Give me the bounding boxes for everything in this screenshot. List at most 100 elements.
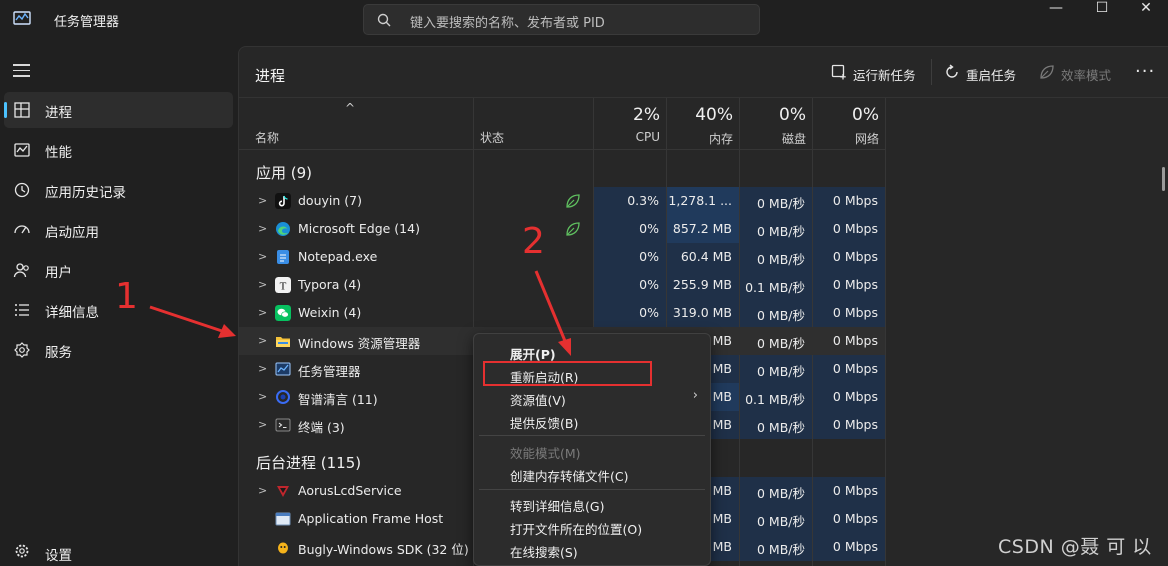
restart-task-button[interactable]: 重启任务 (944, 63, 1024, 85)
new-task-icon (831, 64, 846, 80)
column-header-status[interactable]: 状态 (480, 129, 504, 146)
sidebar-item-processes[interactable]: 进程 (4, 92, 233, 128)
menu-divider (479, 489, 705, 490)
group-apps[interactable]: 应用 (9) (256, 162, 312, 183)
svg-text:T: T (280, 281, 287, 293)
memory-cell: 255.9 MB (667, 271, 739, 299)
network-total: 0% (852, 105, 879, 125)
restart-icon (946, 64, 958, 78)
task-manager-icon (13, 11, 31, 25)
table-row[interactable]: > T Typora (4) 0% 255.9 MB 0.1 MB/秒 0 Mb… (239, 271, 885, 299)
menu-item-goto-details[interactable]: 转到详细信息(G) (510, 496, 604, 515)
close-button[interactable]: ✕ (1123, 0, 1168, 20)
chevron-right-icon[interactable]: > (258, 334, 267, 347)
process-name: douyin (7) (298, 193, 362, 208)
process-name: Typora (4) (298, 277, 362, 292)
chevron-right-icon[interactable]: > (258, 222, 267, 235)
sidebar-item-label: 性能 (45, 145, 72, 161)
disk-label: 磁盘 (781, 132, 806, 146)
typora-icon: T (275, 277, 291, 293)
menu-item-efficiency-mode[interactable]: 效能模式(M) (510, 443, 581, 462)
active-indicator (4, 102, 7, 118)
chevron-right-icon[interactable]: > (258, 390, 267, 403)
network-cell: 0 Mbps (813, 355, 885, 383)
table-row[interactable]: > Notepad.exe 0% 60.4 MB 0 MB/秒 0 Mbps (239, 243, 885, 271)
network-cell: 0 Mbps (813, 215, 885, 243)
sidebar-item-label: 服务 (45, 345, 72, 361)
sidebar-item-label: 用户 (45, 265, 72, 281)
column-header-cpu[interactable]: 2% CPU (594, 98, 666, 150)
memory-cell: 1,278.1 ... (667, 187, 739, 215)
table-row[interactable]: > Weixin (4) 0% 319.0 MB 0 MB/秒 0 Mbps (239, 299, 885, 327)
chevron-right-icon[interactable]: > (258, 194, 267, 207)
scrollbar-thumb[interactable] (1162, 167, 1165, 191)
disk-cell: 0.1 MB/秒 (740, 383, 812, 411)
run-new-task-button[interactable]: 运行新任务 (831, 63, 921, 85)
process-name: Bugly-Windows SDK (32 位) (298, 542, 469, 557)
sidebar-item-history[interactable]: 应用历史记录 (4, 172, 233, 208)
table-row[interactable]: > Microsoft Edge (14) 0% 857.2 MB 0 MB/秒… (239, 215, 885, 243)
leaf-icon (1040, 65, 1054, 79)
process-name: 任务管理器 (298, 364, 361, 379)
menu-item-feedback[interactable]: 提供反馈(B) (510, 413, 578, 432)
menu-item-create-dump[interactable]: 创建内存转储文件(C) (510, 466, 628, 485)
sidebar-item-services[interactable]: 服务 (4, 332, 233, 368)
cpu-cell: 0% (594, 271, 666, 299)
minimize-button[interactable]: — (1033, 0, 1079, 20)
title-bar: 任务管理器 键入要搜索的名称、发布者或 PID — ☐ ✕ (0, 0, 1168, 40)
watermark: CSDN @聂 可 以 (998, 536, 1152, 558)
table-row[interactable]: > douyin (7) 0.3% 1,278.1 ... 0 MB/秒 0 M… (239, 187, 885, 215)
disk-cell: 0 MB/秒 (740, 243, 812, 271)
column-header-network[interactable]: 0% 网络 (813, 98, 885, 150)
menu-item-resource-values[interactable]: 资源值(V) (510, 390, 566, 409)
search-input[interactable]: 键入要搜索的名称、发布者或 PID (363, 4, 760, 35)
users-icon (13, 263, 29, 278)
efficiency-leaf-icon (566, 194, 580, 208)
disk-cell: 0 MB/秒 (740, 411, 812, 439)
run-new-task-label: 运行新任务 (853, 68, 916, 83)
sidebar-item-label: 启动应用 (45, 225, 99, 241)
hamburger-menu-icon[interactable] (13, 64, 30, 77)
process-name: Application Frame Host (298, 511, 444, 526)
cpu-cell: 0% (594, 215, 666, 243)
settings-label: 设置 (45, 548, 72, 564)
disk-cell: 0 MB/秒 (740, 477, 812, 505)
search-icon (377, 13, 391, 27)
process-name: 终端 (3) (298, 420, 345, 435)
chevron-right-icon[interactable]: > (258, 306, 267, 319)
restart-task-label: 重启任务 (966, 68, 1017, 83)
efficiency-mode-button[interactable]: 效率模式 (1039, 63, 1119, 85)
efficiency-leaf-icon (566, 222, 580, 236)
disk-cell: 0.1 MB/秒 (740, 271, 812, 299)
column-header-memory[interactable]: 40% 内存 (667, 98, 739, 150)
history-icon (14, 182, 30, 198)
network-label: 网络 (854, 132, 879, 146)
gear-icon (15, 544, 29, 558)
sidebar-item-settings[interactable]: 设置 (4, 534, 233, 566)
group-background[interactable]: 后台进程 (115) (256, 452, 361, 473)
folder-icon (276, 337, 290, 347)
column-header-disk[interactable]: 0% 磁盘 (740, 98, 812, 150)
taskmgr-icon (275, 362, 291, 376)
chevron-right-icon[interactable]: > (258, 250, 267, 263)
performance-icon (14, 143, 30, 157)
notepad-icon (277, 250, 289, 264)
services-icon (14, 342, 30, 358)
chevron-right-icon[interactable]: > (258, 484, 267, 497)
chevron-right-icon[interactable]: > (258, 278, 267, 291)
menu-item-search-online[interactable]: 在线搜索(S) (510, 542, 578, 561)
chevron-right-icon[interactable]: > (258, 418, 267, 431)
memory-label: 内存 (708, 132, 733, 146)
column-header-name[interactable]: 名称 (255, 129, 279, 146)
menu-item-open-location[interactable]: 打开文件所在的位置(O) (510, 519, 642, 538)
aorus-icon (277, 486, 289, 497)
chevron-right-icon[interactable]: > (258, 362, 267, 375)
more-options-icon[interactable]: ··· (1135, 61, 1155, 82)
sidebar-item-label: 应用历史记录 (45, 185, 126, 201)
sidebar-item-startup[interactable]: 启动应用 (4, 212, 233, 248)
sidebar-item-performance[interactable]: 性能 (4, 132, 233, 168)
network-cell: 0 Mbps (813, 411, 885, 439)
disk-cell: 0 MB/秒 (740, 215, 812, 243)
maximize-button[interactable]: ☐ (1079, 0, 1125, 20)
network-cell: 0 Mbps (813, 243, 885, 271)
